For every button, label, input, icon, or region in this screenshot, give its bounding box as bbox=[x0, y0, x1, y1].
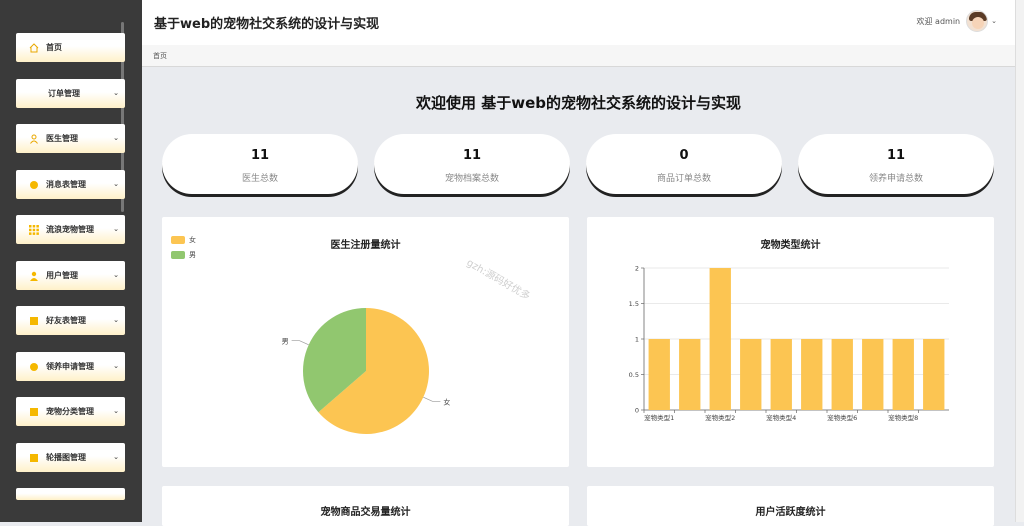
blank-icon bbox=[29, 89, 33, 99]
pie-slice-label: 女 bbox=[443, 397, 450, 406]
bar-5[interactable] bbox=[801, 339, 823, 410]
sidebar-item-label: 好友表管理 bbox=[46, 316, 86, 325]
x-tick-label: 宠物类型6 bbox=[827, 413, 857, 422]
chevron-down-icon: ⌄ bbox=[113, 453, 119, 461]
square-icon bbox=[29, 316, 39, 326]
trade-volume-title: 宠物商品交易量统计 bbox=[320, 507, 411, 518]
breadcrumb[interactable]: 首页 bbox=[153, 51, 167, 61]
bar-0[interactable] bbox=[648, 339, 670, 410]
stat-label: 领养申请总数 bbox=[868, 174, 923, 184]
user-activity-title: 用户活跃度统计 bbox=[755, 507, 826, 518]
sidebar-item-label: 用户管理 bbox=[46, 271, 78, 280]
sidebar-item-1[interactable]: 订单管理 ⌄ bbox=[16, 79, 125, 108]
sidebar-item-label: 医生管理 bbox=[46, 134, 78, 143]
bar-chart-panel: 宠物类型统计 0 0.5 1 1.5 2 宠物类型1 宠物类型2 宠物类型4 宠物类型6 宠物类型… bbox=[587, 217, 994, 467]
bar-6[interactable] bbox=[831, 339, 853, 410]
user-greeting: 欢迎 admin bbox=[916, 16, 961, 26]
y-tick-label: 1 bbox=[635, 336, 639, 344]
x-tick-label: 宠物类型8 bbox=[888, 413, 918, 422]
sidebar-item-more[interactable] bbox=[16, 488, 125, 500]
stat-value: 11 bbox=[886, 148, 906, 163]
y-tick-label: 2 bbox=[635, 265, 639, 273]
sidebar-item-3[interactable]: 消息表管理 ⌄ bbox=[16, 170, 125, 199]
bar-4[interactable] bbox=[770, 339, 792, 410]
sidebar-item-9[interactable]: 轮播图管理 ⌄ bbox=[16, 443, 125, 472]
bar-2[interactable] bbox=[709, 268, 731, 410]
sidebar-item-8[interactable]: 宠物分类管理 ⌄ bbox=[16, 397, 125, 426]
chevron-down-icon: ⌄ bbox=[113, 89, 119, 97]
bar-7[interactable] bbox=[862, 339, 884, 410]
welcome-title: 欢迎使用 基于web的宠物社交系统的设计与实现 bbox=[416, 94, 741, 112]
chevron-down-icon: ⌄ bbox=[113, 180, 119, 188]
bar-1[interactable] bbox=[679, 339, 701, 410]
dot-icon bbox=[29, 180, 39, 190]
stat-card-adoptions: 11 领养申请总数 bbox=[798, 134, 994, 194]
sidebar-item-5[interactable]: 用户管理 ⌄ bbox=[16, 261, 125, 290]
grid-icon bbox=[29, 224, 39, 235]
x-tick-label: 宠物类型2 bbox=[705, 413, 735, 422]
x-tick-label: 宠物类型4 bbox=[766, 413, 796, 422]
user-menu[interactable]: 欢迎 admin ⌄ bbox=[917, 10, 997, 32]
sidebar-item-label: 领养申请管理 bbox=[46, 362, 94, 371]
sidebar: 首页 订单管理 ⌄ 医生管理 ⌄ 消息表管理 ⌄ 流浪宠物管理 ⌄ 用户管理 ⌄ 好友表管理 ⌄ 领养申请… bbox=[0, 0, 142, 522]
avatar[interactable] bbox=[966, 10, 989, 32]
sidebar-item-2[interactable]: 医生管理 ⌄ bbox=[16, 124, 125, 153]
home-icon bbox=[29, 42, 39, 53]
chevron-down-icon[interactable]: ⌄ bbox=[991, 17, 997, 25]
chevron-down-icon: ⌄ bbox=[113, 134, 119, 142]
sidebar-item-label: 消息表管理 bbox=[46, 180, 86, 189]
bar-9[interactable] bbox=[923, 339, 945, 410]
chevron-down-icon: ⌄ bbox=[113, 225, 119, 233]
sidebar-item-0[interactable]: 首页 bbox=[16, 33, 125, 62]
pie-chart: 女男 bbox=[282, 308, 450, 434]
bar-8[interactable] bbox=[892, 339, 914, 410]
sidebar-item-6[interactable]: 好友表管理 ⌄ bbox=[16, 306, 125, 335]
stat-label: 宠物档案总数 bbox=[444, 174, 499, 184]
user-activity-panel: 用户活跃度统计 bbox=[587, 486, 994, 526]
chevron-down-icon: ⌄ bbox=[113, 407, 119, 415]
chevron-down-icon: ⌄ bbox=[113, 271, 119, 279]
stat-card-doctors: 11 医生总数 bbox=[162, 134, 358, 194]
sidebar-item-7[interactable]: 领养申请管理 ⌄ bbox=[16, 352, 125, 381]
sidebar-item-label: 轮播图管理 bbox=[46, 453, 86, 462]
square-icon bbox=[29, 453, 39, 463]
pie-label-line bbox=[423, 396, 441, 402]
square-icon bbox=[29, 407, 39, 417]
breadcrumb-bar: 首页 bbox=[142, 45, 1015, 67]
app-title: 基于web的宠物社交系统的设计与实现 bbox=[154, 17, 380, 32]
sidebar-item-label: 首页 bbox=[46, 43, 62, 52]
bar-3[interactable] bbox=[740, 339, 762, 410]
stat-value: 11 bbox=[250, 148, 270, 163]
sidebar-item-label: 宠物分类管理 bbox=[46, 407, 94, 416]
stat-card-orders: 0 商品订单总数 bbox=[586, 134, 782, 194]
pie-chart-panel: 医生注册量统计 女 男 女男 bbox=[162, 217, 569, 467]
stat-label: 医生总数 bbox=[241, 174, 278, 184]
y-tick-label: 0 bbox=[635, 407, 639, 415]
chevron-down-icon: ⌄ bbox=[113, 362, 119, 370]
user-icon bbox=[29, 134, 39, 144]
stat-value: 0 bbox=[679, 148, 689, 163]
y-tick-label: 0.5 bbox=[629, 371, 639, 379]
stat-value: 11 bbox=[462, 148, 482, 163]
bar-chart: 0 0.5 1 1.5 2 宠物类型1 宠物类型2 宠物类型4 宠物类型6 宠物类型8 bbox=[629, 265, 949, 422]
person-icon bbox=[29, 271, 39, 281]
chevron-down-icon: ⌄ bbox=[113, 316, 119, 324]
stat-label: 商品订单总数 bbox=[656, 174, 711, 184]
pie-slice-label: 男 bbox=[282, 338, 289, 346]
dot-icon bbox=[29, 362, 39, 372]
sidebar-item-4[interactable]: 流浪宠物管理 ⌄ bbox=[16, 215, 125, 244]
y-tick-label: 1.5 bbox=[629, 300, 639, 308]
pie-label-line bbox=[291, 340, 309, 346]
page-scrollbar[interactable] bbox=[1015, 0, 1024, 522]
x-tick-label: 宠物类型1 bbox=[644, 413, 674, 422]
sidebar-item-label: 流浪宠物管理 bbox=[46, 225, 94, 234]
stat-card-pet-records: 11 宠物档案总数 bbox=[374, 134, 570, 194]
top-bar: 基于web的宠物社交系统的设计与实现 欢迎 admin ⌄ bbox=[142, 0, 1015, 45]
sidebar-item-label: 订单管理 bbox=[48, 89, 80, 98]
trade-volume-panel: 宠物商品交易量统计 bbox=[162, 486, 569, 526]
